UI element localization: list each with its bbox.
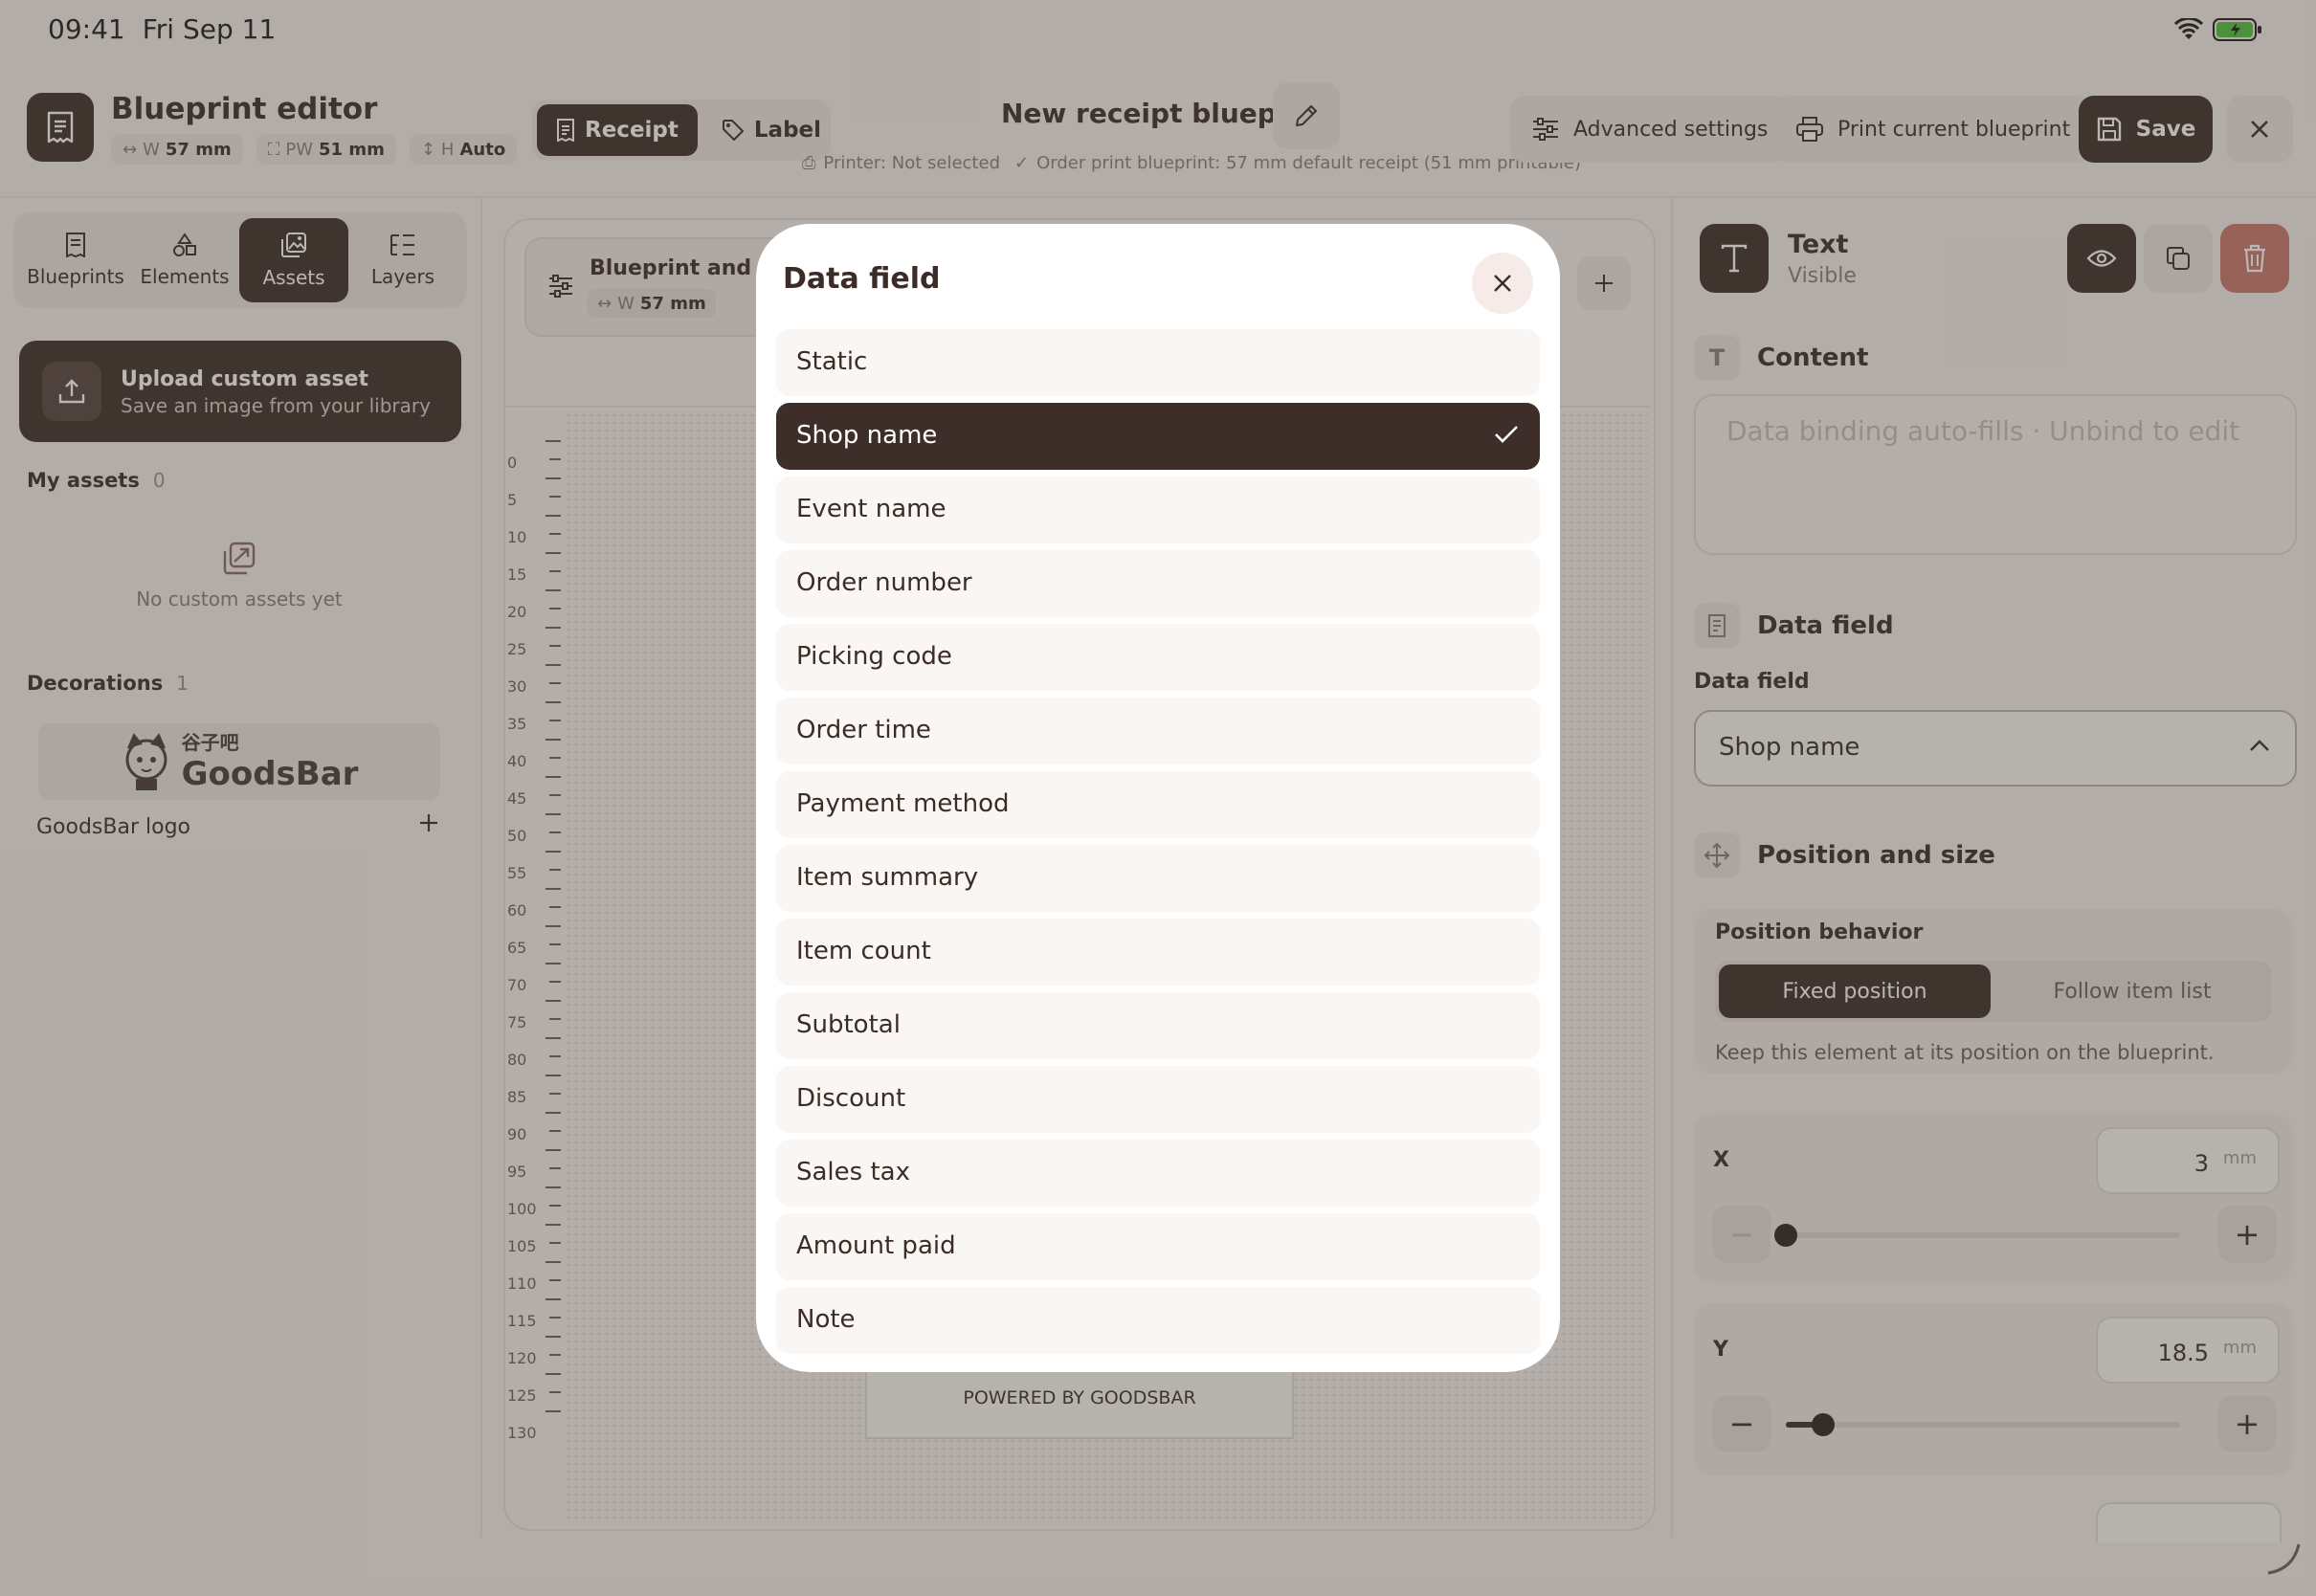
option-label: Note	[796, 1305, 856, 1334]
data-field-modal: Data field Static Shop name Event name Orde…	[756, 224, 1560, 1372]
option-static[interactable]: Static	[776, 329, 1540, 396]
option-label: Shop name	[796, 421, 938, 450]
option-label: Amount paid	[796, 1231, 956, 1260]
option-item-count[interactable]: Item count	[776, 919, 1540, 986]
option-label: Item summary	[796, 863, 979, 892]
option-discount[interactable]: Discount	[776, 1066, 1540, 1133]
option-note[interactable]: Note	[776, 1287, 1540, 1354]
option-label: Item count	[796, 937, 931, 965]
option-payment-method[interactable]: Payment method	[776, 771, 1540, 838]
option-subtotal[interactable]: Subtotal	[776, 992, 1540, 1059]
option-label: Static	[796, 347, 868, 376]
option-order-number[interactable]: Order number	[776, 550, 1540, 617]
modal-close-button[interactable]	[1472, 253, 1533, 314]
option-event-name[interactable]: Event name	[776, 477, 1540, 543]
option-label: Order time	[796, 716, 931, 744]
option-label: Order number	[796, 568, 972, 597]
option-label: Picking code	[796, 642, 952, 671]
option-label: Discount	[796, 1084, 906, 1113]
option-item-summary[interactable]: Item summary	[776, 845, 1540, 912]
option-label: Sales tax	[796, 1158, 910, 1186]
option-amount-paid[interactable]: Amount paid	[776, 1213, 1540, 1280]
close-icon	[1494, 275, 1511, 292]
option-label: Event name	[796, 495, 946, 523]
modal-title: Data field	[783, 262, 941, 296]
option-label: Payment method	[796, 789, 1010, 818]
option-order-time[interactable]: Order time	[776, 698, 1540, 765]
option-sales-tax[interactable]: Sales tax	[776, 1140, 1540, 1207]
option-label: Subtotal	[796, 1010, 901, 1039]
option-picking-code[interactable]: Picking code	[776, 624, 1540, 691]
option-shop-name[interactable]: Shop name	[776, 403, 1540, 470]
checkmark-icon	[1495, 426, 1518, 443]
